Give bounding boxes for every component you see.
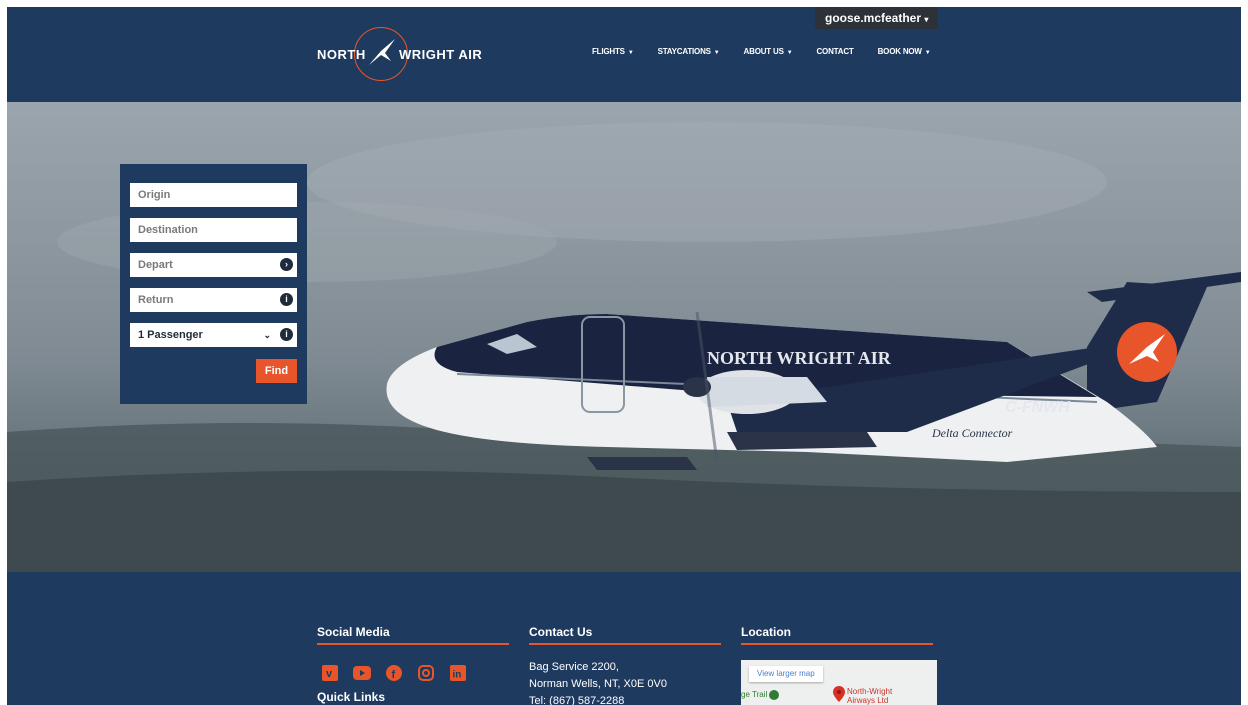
site-header: goose.mcfeather ▾ NORTH WRIGHT AIR FLIGH…: [7, 7, 1241, 102]
divider: [741, 643, 933, 645]
caret-down-icon: ▼: [713, 50, 720, 56]
map-trail-label: ge Trail: [741, 690, 780, 700]
caret-down-icon: ▼: [786, 50, 793, 56]
site-footer: Social Media v f in Quick Links Contact …: [7, 572, 1241, 705]
contact-us-title: Contact Us: [529, 625, 593, 639]
nav-contact[interactable]: CONTACT: [816, 47, 853, 56]
svg-text:f: f: [392, 669, 396, 681]
main-nav: FLIGHTS ▼ STAYCATIONS ▼ ABOUT US ▼ CONTACT …: [592, 47, 955, 56]
username: goose.mcfeather: [825, 11, 922, 25]
caret-down-icon: ▼: [924, 50, 931, 56]
destination-input[interactable]: Destination: [130, 218, 297, 242]
origin-input[interactable]: Origin: [130, 183, 297, 207]
nav-staycations[interactable]: STAYCATIONS ▼: [658, 47, 720, 56]
info-icon[interactable]: i: [280, 293, 293, 306]
info-icon[interactable]: i: [280, 328, 293, 341]
youtube-icon[interactable]: [353, 664, 371, 682]
social-icons: v f in: [321, 664, 467, 682]
caret-down-icon: ▼: [627, 50, 634, 56]
nav-about-us[interactable]: ABOUT US ▼: [744, 47, 793, 56]
booking-form: Origin Destination Depart › Return i 1 P…: [120, 164, 307, 404]
vimeo-icon[interactable]: v: [321, 664, 339, 682]
nav-staycations-label: STAYCATIONS: [657, 47, 711, 56]
chevron-down-icon: ⌄: [263, 330, 271, 340]
map-place-label: North-Wright Airways Ltd: [847, 687, 892, 705]
nav-flights-label: FLIGHTS: [592, 47, 625, 56]
location-title: Location: [741, 625, 791, 639]
svg-text:in: in: [453, 670, 462, 681]
chevron-down-icon: ▾: [924, 15, 929, 24]
contact-phone[interactable]: Tel: (867) 587-2288: [529, 695, 624, 705]
logo[interactable]: NORTH WRIGHT AIR: [317, 27, 497, 87]
nav-book-now[interactable]: BOOK NOW ▼: [878, 47, 931, 56]
facebook-icon[interactable]: f: [385, 664, 403, 682]
depart-placeholder: Depart: [138, 259, 173, 271]
map-place-name-1: North-Wright: [847, 687, 893, 696]
plane-registration: C-FNWH: [1005, 399, 1070, 416]
trail-marker-icon: [769, 690, 780, 700]
location-map[interactable]: View larger map ge Trail North-Wright Ai…: [741, 660, 937, 705]
find-button[interactable]: Find: [256, 359, 297, 383]
passengers-value: 1 Passenger: [138, 329, 203, 341]
user-menu[interactable]: goose.mcfeather ▾: [815, 7, 939, 29]
view-larger-map-link[interactable]: View larger map: [749, 666, 823, 682]
plane-livery-text: NORTH WRIGHT AIR: [707, 348, 892, 368]
map-trail-text: ge Trail: [741, 690, 768, 700]
passengers-select[interactable]: 1 Passenger ⌄ i: [130, 323, 297, 347]
arrow-right-circle-icon[interactable]: ›: [280, 258, 293, 271]
instagram-icon[interactable]: [417, 664, 435, 682]
plane-tagline: Delta Connector: [931, 426, 1013, 440]
map-place-name-2: Airways Ltd: [847, 696, 889, 705]
contact-address-1: Bag Service 2200,: [529, 661, 619, 673]
map-pin-icon[interactable]: [833, 686, 845, 702]
nav-book-now-label: BOOK NOW: [877, 47, 922, 56]
page: goose.mcfeather ▾ NORTH WRIGHT AIR FLIGH…: [7, 7, 1241, 705]
quick-links-title: Quick Links: [317, 690, 386, 704]
logo-text-north: NORTH: [317, 47, 366, 62]
return-input[interactable]: Return i: [130, 288, 297, 312]
divider: [317, 643, 509, 645]
nav-contact-label: CONTACT: [816, 47, 854, 56]
contact-address-2: Norman Wells, NT, X0E 0V0: [529, 678, 667, 690]
nav-about-label: ABOUT US: [743, 47, 784, 56]
logo-text-wright-air: WRIGHT AIR: [399, 47, 483, 62]
return-placeholder: Return: [138, 294, 174, 306]
depart-input[interactable]: Depart ›: [130, 253, 297, 277]
linkedin-icon[interactable]: in: [449, 664, 467, 682]
social-media-title: Social Media: [317, 625, 390, 639]
bird-logo-icon: [369, 39, 395, 65]
svg-text:v: v: [326, 668, 333, 680]
divider: [529, 643, 721, 645]
nav-flights[interactable]: FLIGHTS ▼: [592, 47, 634, 56]
